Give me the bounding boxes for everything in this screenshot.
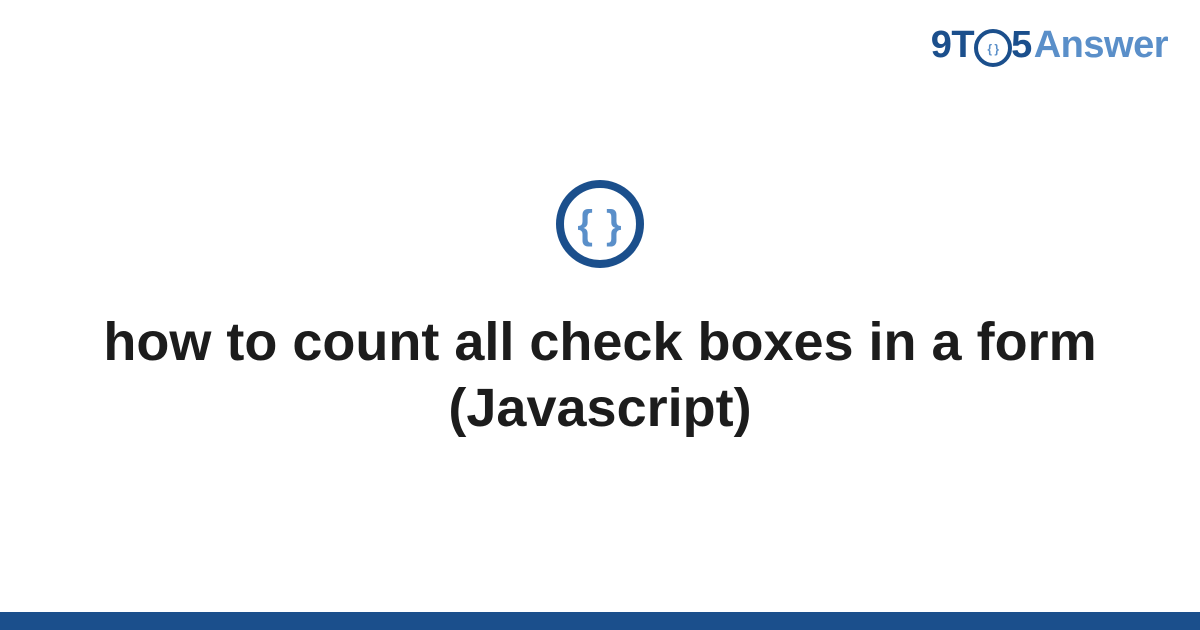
main-content: { } how to count all check boxes in a fo… xyxy=(0,0,1200,625)
code-braces-icon: { } xyxy=(554,178,646,270)
svg-text:{ }: { } xyxy=(577,203,622,247)
footer-bar xyxy=(0,612,1200,630)
page-title: how to count all check boxes in a form (… xyxy=(60,310,1140,442)
topic-icon-wrapper: { } xyxy=(554,178,646,270)
